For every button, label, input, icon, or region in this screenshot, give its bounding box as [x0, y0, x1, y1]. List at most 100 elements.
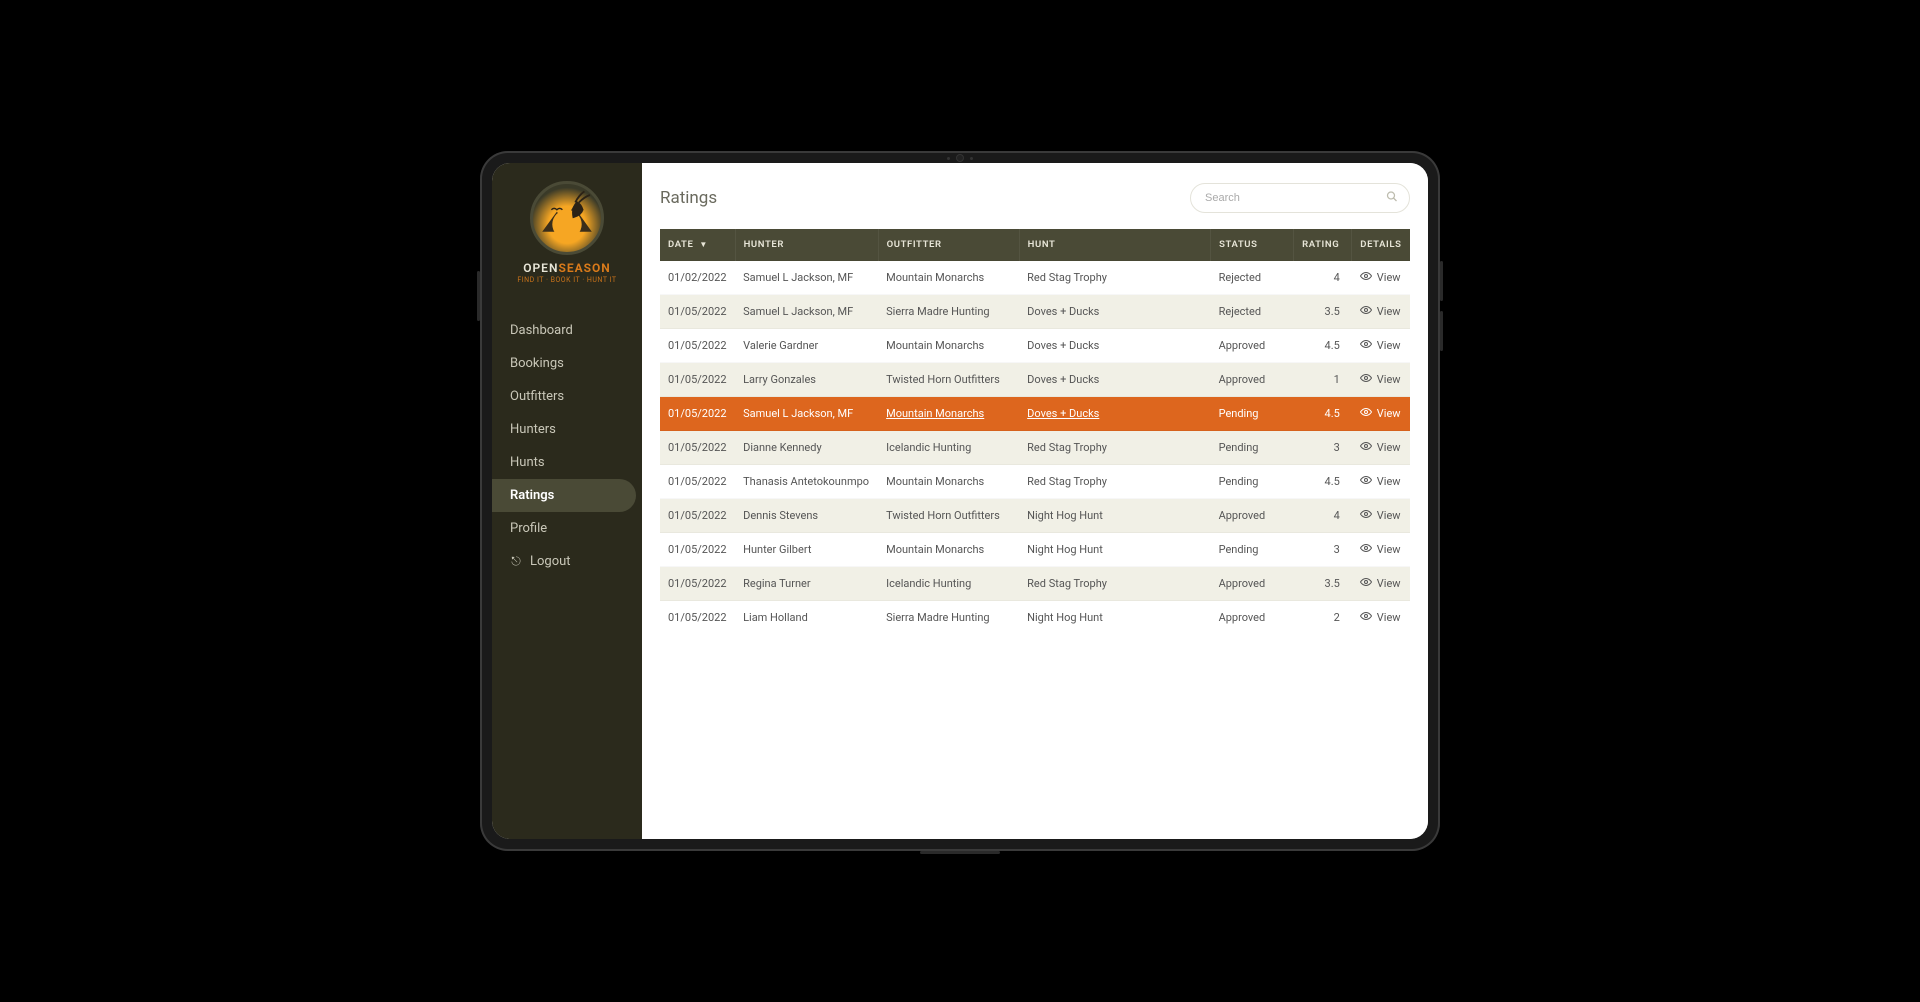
- cell-outfitter: Twisted Horn Outfitters: [878, 363, 1019, 397]
- view-button[interactable]: View: [1360, 576, 1401, 591]
- col-header-details[interactable]: DETAILS: [1352, 229, 1410, 261]
- cell-date: 01/05/2022: [660, 465, 735, 499]
- device-button: [920, 851, 1000, 854]
- view-button[interactable]: View: [1360, 440, 1401, 455]
- eye-icon: [1360, 406, 1372, 421]
- col-header-date[interactable]: DATE ▼: [660, 229, 735, 261]
- cell-details: View: [1352, 567, 1410, 601]
- cell-outfitter: Mountain Monarchs: [878, 261, 1019, 295]
- table-row[interactable]: 01/05/2022Hunter GilbertMountain Monarch…: [660, 533, 1410, 567]
- brand-logo-icon: [530, 181, 604, 255]
- table-row[interactable]: 01/05/2022Liam HollandSierra Madre Hunti…: [660, 601, 1410, 635]
- eye-icon: [1360, 338, 1372, 353]
- sidebar-item-ratings[interactable]: Ratings: [492, 479, 636, 512]
- view-button[interactable]: View: [1360, 270, 1401, 285]
- view-label: View: [1377, 441, 1401, 454]
- cell-rating: 1: [1293, 363, 1352, 397]
- cell-hunter: Samuel L Jackson, MF: [735, 397, 878, 431]
- cell-outfitter: Mountain Monarchs: [878, 329, 1019, 363]
- device-camera: [940, 155, 980, 161]
- cell-date: 01/05/2022: [660, 363, 735, 397]
- view-label: View: [1377, 373, 1401, 386]
- col-header-hunter[interactable]: HUNTER: [735, 229, 878, 261]
- col-header-hunt[interactable]: HUNT: [1019, 229, 1210, 261]
- device-button: [1440, 311, 1443, 351]
- sidebar-item-label: Hunts: [510, 455, 545, 470]
- logout-icon: ⎋: [510, 554, 522, 569]
- cell-date: 01/05/2022: [660, 397, 735, 431]
- sidebar-item-label: Outfitters: [510, 389, 564, 404]
- view-button[interactable]: View: [1360, 372, 1401, 387]
- sidebar-item-bookings[interactable]: Bookings: [492, 347, 636, 380]
- cell-details: View: [1352, 397, 1410, 431]
- view-button[interactable]: View: [1360, 338, 1401, 353]
- cell-rating: 2: [1293, 601, 1352, 635]
- eye-icon: [1360, 508, 1372, 523]
- cell-date: 01/05/2022: [660, 601, 735, 635]
- table-row[interactable]: 01/02/2022Samuel L Jackson, MFMountain M…: [660, 261, 1410, 295]
- cell-hunt: Doves + Ducks: [1019, 329, 1210, 363]
- view-button[interactable]: View: [1360, 542, 1401, 557]
- cell-date: 01/05/2022: [660, 499, 735, 533]
- sidebar-item-hunters[interactable]: Hunters: [492, 413, 636, 446]
- eye-icon: [1360, 304, 1372, 319]
- table-row[interactable]: 01/05/2022Regina TurnerIcelandic Hunting…: [660, 567, 1410, 601]
- cell-hunter: Samuel L Jackson, MF: [735, 295, 878, 329]
- view-button[interactable]: View: [1360, 610, 1401, 625]
- sidebar-item-label: Ratings: [510, 488, 554, 503]
- eye-icon: [1360, 372, 1372, 387]
- cell-rating: 4.5: [1293, 397, 1352, 431]
- cell-status: Approved: [1211, 329, 1294, 363]
- cell-rating: 3: [1293, 431, 1352, 465]
- view-button[interactable]: View: [1360, 508, 1401, 523]
- view-button[interactable]: View: [1360, 304, 1401, 319]
- cell-rating: 4.5: [1293, 329, 1352, 363]
- sidebar-item-logout[interactable]: ⎋Logout: [492, 545, 636, 578]
- eye-icon: [1360, 542, 1372, 557]
- eye-icon: [1360, 576, 1372, 591]
- search-input[interactable]: [1190, 183, 1410, 213]
- view-button[interactable]: View: [1360, 406, 1401, 421]
- col-header-status[interactable]: STATUS: [1211, 229, 1294, 261]
- cell-hunt: Red Stag Trophy: [1019, 465, 1210, 499]
- sidebar: OPENSEASON FIND IT · BOOK IT · HUNT IT D…: [492, 163, 642, 839]
- table-row[interactable]: 01/05/2022Dennis StevensTwisted Horn Out…: [660, 499, 1410, 533]
- table-row[interactable]: 01/05/2022Dianne KennedyIcelandic Huntin…: [660, 431, 1410, 465]
- cell-date: 01/05/2022: [660, 533, 735, 567]
- table-row[interactable]: 01/05/2022Samuel L Jackson, MFSierra Mad…: [660, 295, 1410, 329]
- cell-outfitter-link[interactable]: Mountain Monarchs: [886, 407, 984, 420]
- page-title: Ratings: [660, 188, 717, 208]
- eye-icon: [1360, 440, 1372, 455]
- col-header-rating[interactable]: RATING: [1293, 229, 1352, 261]
- sidebar-item-hunts[interactable]: Hunts: [492, 446, 636, 479]
- cell-outfitter: Mountain Monarchs: [878, 533, 1019, 567]
- view-button[interactable]: View: [1360, 474, 1401, 489]
- sidebar-item-outfitters[interactable]: Outfitters: [492, 380, 636, 413]
- table-row[interactable]: 01/05/2022Larry GonzalesTwisted Horn Out…: [660, 363, 1410, 397]
- sort-desc-icon: ▼: [699, 240, 708, 249]
- eye-icon: [1360, 610, 1372, 625]
- cell-outfitter: Icelandic Hunting: [878, 567, 1019, 601]
- cell-hunt: Night Hog Hunt: [1019, 533, 1210, 567]
- topbar: Ratings: [642, 163, 1428, 229]
- sidebar-item-label: Bookings: [510, 356, 564, 371]
- cell-hunter: Larry Gonzales: [735, 363, 878, 397]
- col-header-outfitter[interactable]: OUTFITTER: [878, 229, 1019, 261]
- device-button: [477, 271, 480, 321]
- table-row[interactable]: 01/05/2022Thanasis AntetokounmpoMountain…: [660, 465, 1410, 499]
- table-row[interactable]: 01/05/2022Samuel L Jackson, MF Mountain M…: [660, 397, 1410, 431]
- cell-date: 01/05/2022: [660, 431, 735, 465]
- cell-outfitter: Sierra Madre Hunting: [878, 601, 1019, 635]
- cell-hunt-link[interactable]: Doves + Ducks: [1027, 407, 1099, 420]
- cell-hunt: Red Stag Trophy: [1019, 567, 1210, 601]
- sidebar-item-profile[interactable]: Profile: [492, 512, 636, 545]
- cell-outfitter: Icelandic Hunting: [878, 431, 1019, 465]
- cell-outfitter: Sierra Madre Hunting: [878, 295, 1019, 329]
- table-row[interactable]: 01/05/2022Valerie GardnerMountain Monarc…: [660, 329, 1410, 363]
- cell-hunt: Doves + Ducks: [1019, 397, 1210, 431]
- sidebar-item-dashboard[interactable]: Dashboard: [492, 314, 636, 347]
- sidebar-item-label: Profile: [510, 521, 547, 536]
- cell-details: View: [1352, 533, 1410, 567]
- sidebar-nav: Dashboard Bookings Outfitters Hunters Hunts R…: [492, 314, 642, 578]
- brand-logo: OPENSEASON FIND IT · BOOK IT · HUNT IT: [492, 163, 642, 294]
